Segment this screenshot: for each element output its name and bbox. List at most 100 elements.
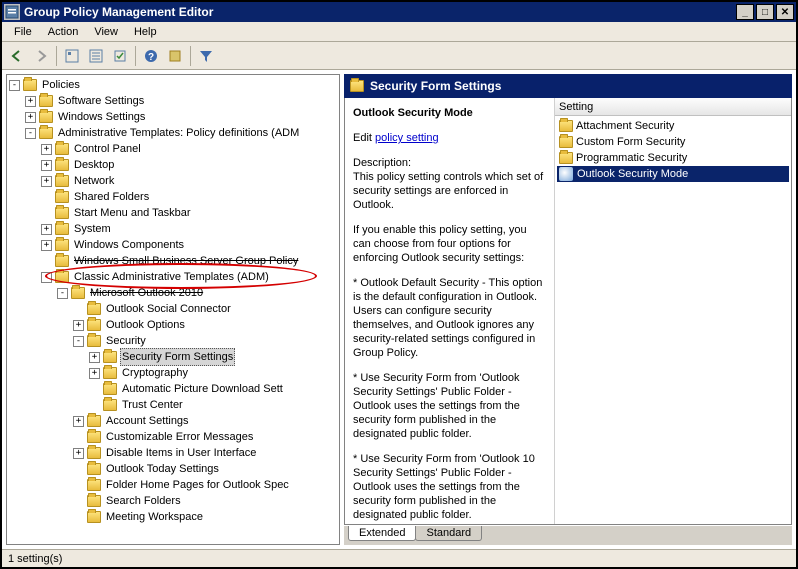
toggle-icon[interactable]: - xyxy=(73,336,84,347)
folder-icon xyxy=(55,239,69,251)
folder-icon xyxy=(55,255,69,267)
toggle-icon[interactable]: + xyxy=(25,112,36,123)
toggle-icon[interactable]: - xyxy=(41,272,52,283)
folder-icon xyxy=(55,143,69,155)
folder-icon xyxy=(87,447,101,459)
toggle-icon[interactable]: + xyxy=(89,368,100,379)
toolbar: ? xyxy=(2,42,796,70)
tree-item[interactable]: Administrative Templates: Policy definit… xyxy=(56,125,301,141)
tree-item-classic-adm[interactable]: Classic Administrative Templates (ADM) xyxy=(72,269,271,285)
folder-icon xyxy=(87,431,101,443)
tree-item-security[interactable]: Security xyxy=(104,333,148,349)
tree-item[interactable]: Start Menu and Taskbar xyxy=(72,205,193,221)
list-item-selected[interactable]: Outlook Security Mode xyxy=(557,166,789,182)
toggle-icon[interactable]: + xyxy=(73,448,84,459)
tree-item[interactable]: Search Folders xyxy=(104,493,183,509)
folder-icon xyxy=(87,511,101,523)
folder-icon xyxy=(87,319,101,331)
tree-item[interactable]: Network xyxy=(72,173,116,189)
help-button[interactable]: ? xyxy=(140,45,162,67)
folder-icon xyxy=(559,152,573,164)
window-title: Group Policy Management Editor xyxy=(24,5,736,19)
tree-item[interactable]: Microsoft Outlook 2010 xyxy=(88,285,205,301)
list-item[interactable]: Attachment Security xyxy=(557,118,789,134)
tool-btn-2[interactable] xyxy=(85,45,107,67)
menubar: File Action View Help xyxy=(2,22,796,42)
folder-icon xyxy=(87,303,101,315)
menu-action[interactable]: Action xyxy=(40,24,87,40)
tree-item[interactable]: Control Panel xyxy=(72,141,143,157)
list-item[interactable]: Programmatic Security xyxy=(557,150,789,166)
settings-list[interactable]: Attachment Security Custom Form Security… xyxy=(555,116,791,524)
tab-extended[interactable]: Extended xyxy=(348,526,416,541)
folder-icon xyxy=(87,335,101,347)
toggle-icon[interactable]: - xyxy=(9,80,20,91)
folder-icon xyxy=(39,111,53,123)
tree-item[interactable]: Automatic Picture Download Sett xyxy=(120,381,285,397)
folder-icon xyxy=(103,351,117,363)
tree-item[interactable]: Outlook Options xyxy=(104,317,187,333)
menu-view[interactable]: View xyxy=(86,24,126,40)
tree-item[interactable]: Trust Center xyxy=(120,397,185,413)
minimize-button[interactable]: _ xyxy=(736,4,754,20)
forward-button[interactable] xyxy=(30,45,52,67)
app-icon xyxy=(4,4,20,20)
tree-item[interactable]: Shared Folders xyxy=(72,189,151,205)
menu-file[interactable]: File xyxy=(6,24,40,40)
tree-item[interactable]: Account Settings xyxy=(104,413,191,429)
pane-header: Security Form Settings xyxy=(344,74,792,98)
menu-help[interactable]: Help xyxy=(126,24,165,40)
list-item[interactable]: Custom Form Security xyxy=(557,134,789,150)
folder-icon xyxy=(39,127,53,139)
edit-policy-link[interactable]: policy setting xyxy=(375,132,439,144)
tab-standard[interactable]: Standard xyxy=(415,526,482,541)
tree-item[interactable]: Meeting Workspace xyxy=(104,509,205,525)
svg-text:?: ? xyxy=(148,52,154,63)
setting-icon xyxy=(559,167,573,181)
back-button[interactable] xyxy=(6,45,28,67)
folder-icon xyxy=(71,287,85,299)
maximize-button[interactable]: □ xyxy=(756,4,774,20)
tree-item[interactable]: Outlook Social Connector xyxy=(104,301,233,317)
toggle-icon[interactable]: + xyxy=(41,224,52,235)
tree-item[interactable]: System xyxy=(72,221,113,237)
folder-icon xyxy=(55,207,69,219)
folder-icon xyxy=(103,383,117,395)
folder-icon xyxy=(87,495,101,507)
toggle-icon[interactable]: + xyxy=(73,416,84,427)
status-text: 1 setting(s) xyxy=(8,553,62,565)
folder-icon xyxy=(87,479,101,491)
filter-button[interactable] xyxy=(195,45,217,67)
tree-item[interactable]: Software Settings xyxy=(56,93,146,109)
tree-item[interactable]: Customizable Error Messages xyxy=(104,429,255,445)
toggle-icon[interactable]: + xyxy=(41,176,52,187)
tree-item[interactable]: Windows Settings xyxy=(56,109,147,125)
tree-item[interactable]: Folder Home Pages for Outlook Spec xyxy=(104,477,291,493)
list-column-header[interactable]: Setting xyxy=(555,98,791,116)
toggle-icon[interactable]: + xyxy=(89,352,100,363)
folder-icon xyxy=(559,120,573,132)
tree-item[interactable]: Cryptography xyxy=(120,365,190,381)
tool-btn-3[interactable] xyxy=(109,45,131,67)
tree-item[interactable]: Windows Components xyxy=(72,237,186,253)
toggle-icon[interactable]: + xyxy=(73,320,84,331)
folder-icon xyxy=(55,271,69,283)
folder-icon xyxy=(55,223,69,235)
toggle-icon[interactable]: + xyxy=(41,160,52,171)
tree-pane[interactable]: - Policies + Software Settings + Windows Se… xyxy=(6,74,340,545)
tree-item[interactable]: Outlook Today Settings xyxy=(104,461,221,477)
tree-item-security-form[interactable]: Security Form Settings xyxy=(120,348,235,366)
folder-icon xyxy=(23,79,37,91)
tree-item[interactable]: Disable Items in User Interface xyxy=(104,445,258,461)
tool-btn-1[interactable] xyxy=(61,45,83,67)
tool-btn-4[interactable] xyxy=(164,45,186,67)
close-button[interactable]: ✕ xyxy=(776,4,794,20)
toggle-icon[interactable]: - xyxy=(57,288,68,299)
tree-item[interactable]: Windows Small Business Server Group Poli… xyxy=(72,253,300,269)
toggle-icon[interactable]: + xyxy=(41,144,52,155)
toggle-icon[interactable]: + xyxy=(25,96,36,107)
toggle-icon[interactable]: - xyxy=(25,128,36,139)
tree-item[interactable]: Desktop xyxy=(72,157,116,173)
tree-item-policies[interactable]: Policies xyxy=(40,77,82,93)
toggle-icon[interactable]: + xyxy=(41,240,52,251)
